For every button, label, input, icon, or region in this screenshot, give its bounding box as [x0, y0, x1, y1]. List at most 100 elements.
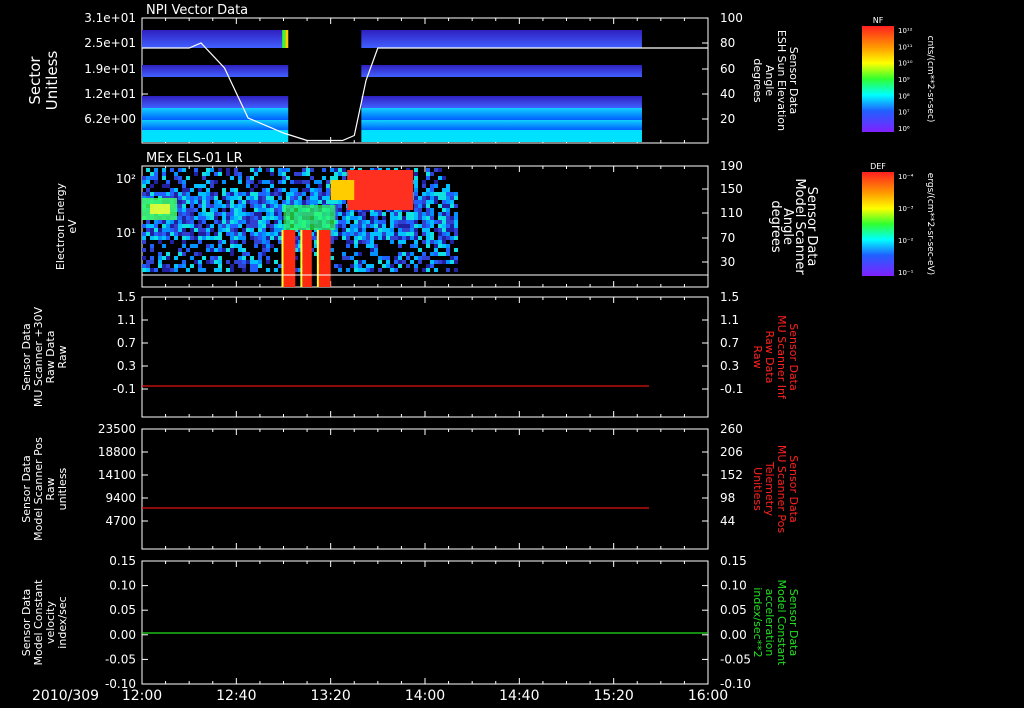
spectrogram-cell	[194, 196, 198, 200]
spectrogram-cell	[222, 192, 226, 196]
spectrogram-cell	[354, 220, 358, 224]
y-tick-label-right: 110	[720, 206, 743, 220]
spectrogram-cell	[422, 220, 426, 224]
spectrogram-cell	[390, 216, 394, 220]
spectrogram-cell	[206, 212, 210, 216]
spectrogram-cell	[154, 180, 158, 184]
spectrogram-cell	[382, 264, 386, 268]
spectrogram-cell	[238, 264, 242, 268]
colorbar-tick: 10⁻²	[898, 237, 914, 245]
spectrogram-cell	[414, 228, 418, 232]
spectrogram-cell	[278, 212, 282, 216]
spectrogram-cell	[442, 212, 446, 216]
spectrogram-cell	[382, 232, 386, 236]
spectrogram-cell	[234, 208, 238, 212]
spectrogram-cell	[214, 200, 218, 204]
spectrogram-cell	[266, 224, 270, 228]
spectrogram-cell	[222, 248, 226, 252]
spectrogram-cell	[430, 192, 434, 196]
spectrogram-cell	[386, 256, 390, 260]
spectrogram-cell	[162, 256, 166, 260]
spectrogram-cell	[366, 232, 370, 236]
spectrogram-cell	[234, 216, 238, 220]
spectrogram-cell	[354, 224, 358, 228]
spectrogram-cell	[306, 200, 310, 204]
spectrogram-cell	[314, 192, 318, 196]
spectrogram-cell	[362, 260, 366, 264]
spectrogram-cell	[314, 188, 318, 192]
spectrogram-cell	[142, 240, 146, 244]
spectrogram-cell	[254, 240, 258, 244]
colorbar-def: DEF 10⁻⁴ 10⁻³ 10⁻² 10⁻¹ ergs/(cm**2-sr-sec-eV…	[862, 162, 935, 277]
spectrogram-cell	[258, 220, 262, 224]
spectrogram-cell	[426, 240, 430, 244]
spectrogram-cell	[446, 252, 450, 256]
spectrogram-cell	[242, 264, 246, 268]
spectrogram-cell	[230, 208, 234, 212]
spectrogram-cell	[402, 216, 406, 220]
spectrogram-cell	[194, 252, 198, 256]
spectrogram-cell	[298, 192, 302, 196]
colorbar-tick: 10⁹	[898, 76, 910, 84]
spectrogram-cell	[278, 172, 282, 176]
spectrogram-cell	[226, 216, 230, 220]
spectrogram-cell	[374, 224, 378, 228]
spectrogram-cell	[382, 256, 386, 260]
spectrogram-cell	[390, 212, 394, 216]
spectrogram-cell	[326, 188, 330, 192]
spectrogram-cell	[438, 176, 442, 180]
y-tick-label: 2.5e+01	[84, 36, 136, 50]
spectrogram-cell	[258, 212, 262, 216]
spectrogram-cell	[414, 180, 418, 184]
spectrogram-cell	[306, 184, 310, 188]
spectrogram-cell	[206, 168, 210, 172]
spectrogram-cell	[254, 232, 258, 236]
spectrogram-cell	[238, 208, 242, 212]
spectrogram-cell	[190, 220, 194, 224]
spectrogram-cell	[182, 168, 186, 172]
spectrogram-cell	[182, 260, 186, 264]
spectrogram-cell	[382, 224, 386, 228]
spectrogram-cell	[370, 248, 374, 252]
spectrogram-cell	[230, 196, 234, 200]
spectrogram-cell	[326, 192, 330, 196]
spectrogram-cell	[202, 192, 206, 196]
spectrogram-cell	[338, 232, 342, 236]
spectrogram-band	[283, 205, 336, 230]
y-tick-label: 0.10	[109, 579, 136, 593]
heatmap-hot-cell	[285, 30, 289, 48]
spectrogram-cell	[266, 220, 270, 224]
spectrogram-cell	[162, 168, 166, 172]
spectrogram-cell	[234, 212, 238, 216]
spectrogram-cell	[262, 220, 266, 224]
spectrogram-cell	[218, 240, 222, 244]
spectrogram-cell	[238, 180, 242, 184]
spectrogram-cell	[370, 220, 374, 224]
spectrogram-cell	[214, 248, 218, 252]
spectrogram-cell	[434, 200, 438, 204]
spectrogram-cell	[310, 176, 314, 180]
spectrogram-cell	[218, 204, 222, 208]
spectrogram-cell	[182, 244, 186, 248]
spectrogram-cell	[210, 180, 214, 184]
spectrogram-cell	[370, 264, 374, 268]
spectrogram-cell	[278, 236, 282, 240]
spectrogram-cell	[442, 232, 446, 236]
spectrogram-cell	[282, 200, 286, 204]
spectrogram-cell	[426, 236, 430, 240]
spectrogram-cell	[390, 236, 394, 240]
spectrogram-cell	[182, 264, 186, 268]
spectrogram-cell	[270, 192, 274, 196]
spectrogram-cell	[214, 212, 218, 216]
y-tick-label: 0.00	[109, 628, 136, 642]
spectrogram-cell	[206, 228, 210, 232]
spectrogram-cell	[254, 204, 258, 208]
right-axis-label: Raw	[751, 345, 764, 368]
left-axis-label: eV	[66, 219, 79, 234]
spectrogram-cell	[150, 184, 154, 188]
spectrogram-cell	[242, 216, 246, 220]
spectrogram-cell	[430, 216, 434, 220]
spectrogram-cell	[398, 252, 402, 256]
spectrogram-cell	[418, 260, 422, 264]
spectrogram-cell	[286, 192, 290, 196]
